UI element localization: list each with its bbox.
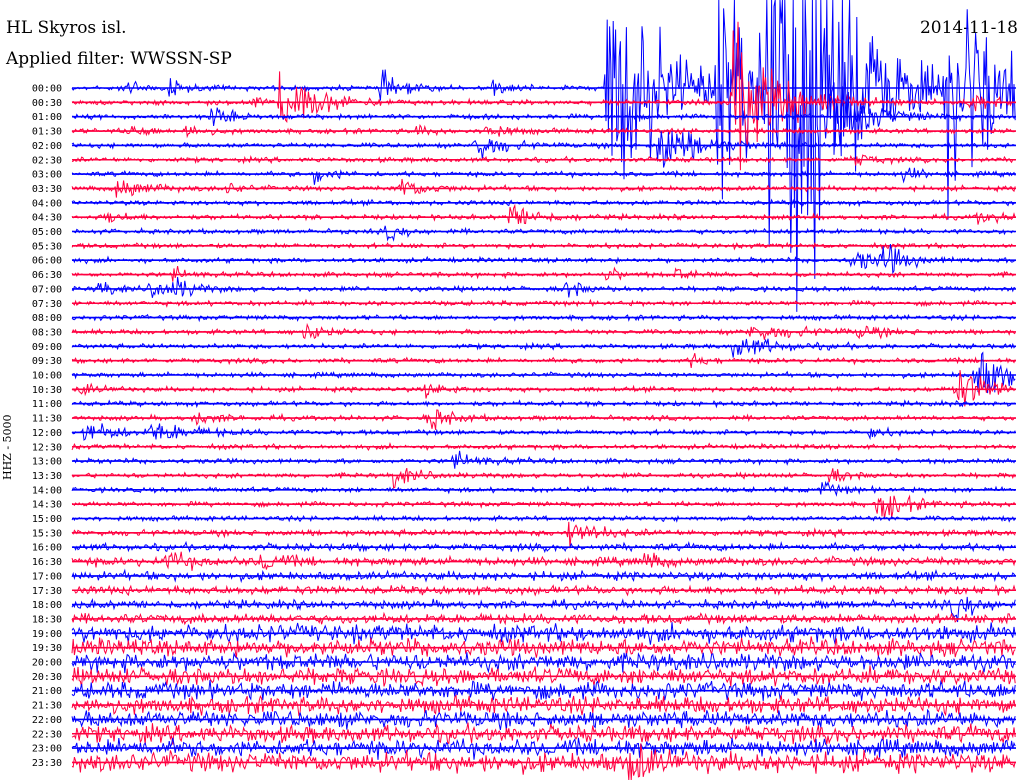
trace-0500 <box>71 225 1016 242</box>
tick-label-2100: 21:00 <box>32 686 62 697</box>
tick-label-0000: 00:00 <box>32 84 62 95</box>
tick-label-0630: 06:30 <box>32 270 62 281</box>
tick-label-1630: 16:30 <box>32 557 62 568</box>
tick-label-0900: 09:00 <box>32 342 62 353</box>
trace-1400 <box>71 480 1016 497</box>
tick-label-0430: 04:30 <box>32 213 62 224</box>
tick-label-1000: 10:00 <box>32 371 62 382</box>
tick-label-0800: 08:00 <box>32 313 62 324</box>
helicorder-plot: 00:00 00:30 01:00 01:30 02:00 02:30 03:00 03:30… <box>32 0 1016 780</box>
trace-0700 <box>71 276 1016 298</box>
tick-label-0400: 04:00 <box>32 198 62 209</box>
tick-label-1800: 18:00 <box>32 600 62 611</box>
tick-label-2230: 22:30 <box>32 729 62 740</box>
tick-label-1330: 13:30 <box>32 471 62 482</box>
tick-label-0700: 07:00 <box>32 284 62 295</box>
tick-label-2030: 20:30 <box>32 672 62 683</box>
tick-label-0600: 06:00 <box>32 256 62 267</box>
tick-label-0330: 03:30 <box>32 184 62 195</box>
tick-label-1700: 17:00 <box>32 571 62 582</box>
tick-label-1900: 19:00 <box>32 629 62 640</box>
tick-label-1130: 11:30 <box>32 414 62 425</box>
tick-label-0830: 08:30 <box>32 327 62 338</box>
trace-0100 <box>71 82 1016 148</box>
tick-label-1730: 17:30 <box>32 586 62 597</box>
tick-label-0100: 01:00 <box>32 112 62 123</box>
tick-label-1400: 14:00 <box>32 485 62 496</box>
tick-label-1530: 15:30 <box>32 528 62 539</box>
tick-label-0730: 07:30 <box>32 299 62 310</box>
tick-label-2130: 21:30 <box>32 701 62 712</box>
tick-label-0230: 02:30 <box>32 155 62 166</box>
tick-label-2200: 22:00 <box>32 715 62 726</box>
tick-label-1030: 10:30 <box>32 385 62 396</box>
tick-label-0530: 05:30 <box>32 241 62 252</box>
trace-0430 <box>71 203 1016 225</box>
seismic-traces <box>71 0 1016 780</box>
trace-0030 <box>71 21 1016 171</box>
trace-1530 <box>71 521 1016 549</box>
tick-label-0200: 02:00 <box>32 141 62 152</box>
trace-0300 <box>71 167 1016 185</box>
tick-label-0300: 03:00 <box>32 170 62 181</box>
trace-0900 <box>71 338 1016 358</box>
tick-label-1500: 15:00 <box>32 514 62 525</box>
tick-label-1300: 13:00 <box>32 457 62 468</box>
trace-1130 <box>71 409 1016 430</box>
tick-label-0930: 09:30 <box>32 356 62 367</box>
tick-label-1230: 12:30 <box>32 442 62 453</box>
tick-label-1100: 11:00 <box>32 399 62 410</box>
trace-0600 <box>71 244 1016 275</box>
tick-label-1600: 16:00 <box>32 543 62 554</box>
trace-0000 <box>71 0 1016 312</box>
tick-label-0030: 00:30 <box>32 98 62 109</box>
trace-1330 <box>71 467 1016 489</box>
tick-label-1830: 18:30 <box>32 614 62 625</box>
trace-0200 <box>71 131 1016 168</box>
tick-label-1930: 19:30 <box>32 643 62 654</box>
tick-label-0500: 05:00 <box>32 227 62 238</box>
trace-1300 <box>71 450 1016 469</box>
tick-label-2330: 23:30 <box>32 758 62 769</box>
tick-label-2300: 23:00 <box>32 744 62 755</box>
tick-label-2000: 20:00 <box>32 658 62 669</box>
tick-label-1430: 14:30 <box>32 500 62 511</box>
time-tick-labels: 00:00 00:30 01:00 01:30 02:00 02:30 03:00 03:30… <box>32 84 62 769</box>
tick-label-0130: 01:30 <box>32 127 62 138</box>
tick-label-1200: 12:00 <box>32 428 62 439</box>
